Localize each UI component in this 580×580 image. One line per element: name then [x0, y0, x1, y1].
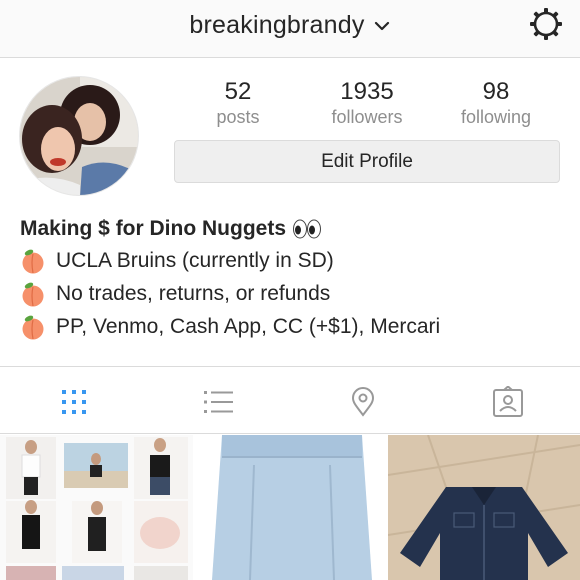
followers-count: 1935: [340, 78, 394, 105]
following-stat[interactable]: 98 following: [436, 78, 556, 128]
posts-count: 52: [224, 78, 252, 105]
bio-line-text: No trades, returns, or refunds: [56, 282, 331, 305]
bio-line: UCLA Bruins (currently in SD): [20, 244, 570, 277]
bio-headline: Making $ for Dino Nuggets: [20, 214, 570, 244]
bio-line: No trades, returns, or refunds: [20, 277, 570, 310]
posts-stat[interactable]: 52 posts: [178, 78, 298, 128]
peach-icon: [22, 282, 44, 306]
bio-name-text: Making $ for Dino Nuggets: [20, 217, 287, 240]
gear-icon[interactable]: [528, 6, 564, 42]
peach-icon: [22, 315, 44, 339]
post-thumbnail[interactable]: [194, 435, 387, 580]
edit-profile-button[interactable]: Edit Profile: [174, 140, 560, 183]
jacket-photo: [388, 435, 580, 580]
bio-line-text: UCLA Bruins (currently in SD): [56, 249, 334, 272]
bio-section: Making $ for Dino Nuggets UCLA Bruins (c…: [20, 214, 570, 343]
account-switcher[interactable]: breakingbrandy: [0, 8, 580, 42]
posts-label: posts: [216, 107, 260, 127]
followers-label: followers: [331, 107, 403, 127]
posts-grid: [0, 435, 580, 580]
chevron-down-icon[interactable]: [373, 17, 391, 35]
bio-line: PP, Venmo, Cash App, CC (+$1), Mercari: [20, 310, 570, 343]
tagged-tab-icon[interactable]: [492, 386, 524, 418]
list-tab-icon[interactable]: [202, 386, 234, 418]
peach-icon: [22, 249, 44, 273]
avatar-photo: [20, 77, 138, 195]
grid-tab-icon[interactable]: [58, 386, 90, 418]
location-tab-icon[interactable]: [347, 386, 379, 418]
username[interactable]: breakingbrandy: [189, 11, 364, 40]
collage-photo: [0, 435, 193, 580]
post-thumbnail[interactable]: [388, 435, 580, 580]
profile-avatar[interactable]: [19, 76, 139, 196]
profile-tabs: [0, 366, 580, 434]
eyes-emoji-icon: [292, 218, 322, 240]
post-thumbnail[interactable]: [0, 435, 193, 580]
bio-line-text: PP, Venmo, Cash App, CC (+$1), Mercari: [56, 315, 441, 338]
skirt-photo: [194, 435, 387, 580]
following-count: 98: [482, 78, 510, 105]
followers-stat[interactable]: 1935 followers: [307, 78, 427, 128]
top-bar: breakingbrandy: [0, 0, 580, 58]
following-label: following: [460, 107, 532, 127]
